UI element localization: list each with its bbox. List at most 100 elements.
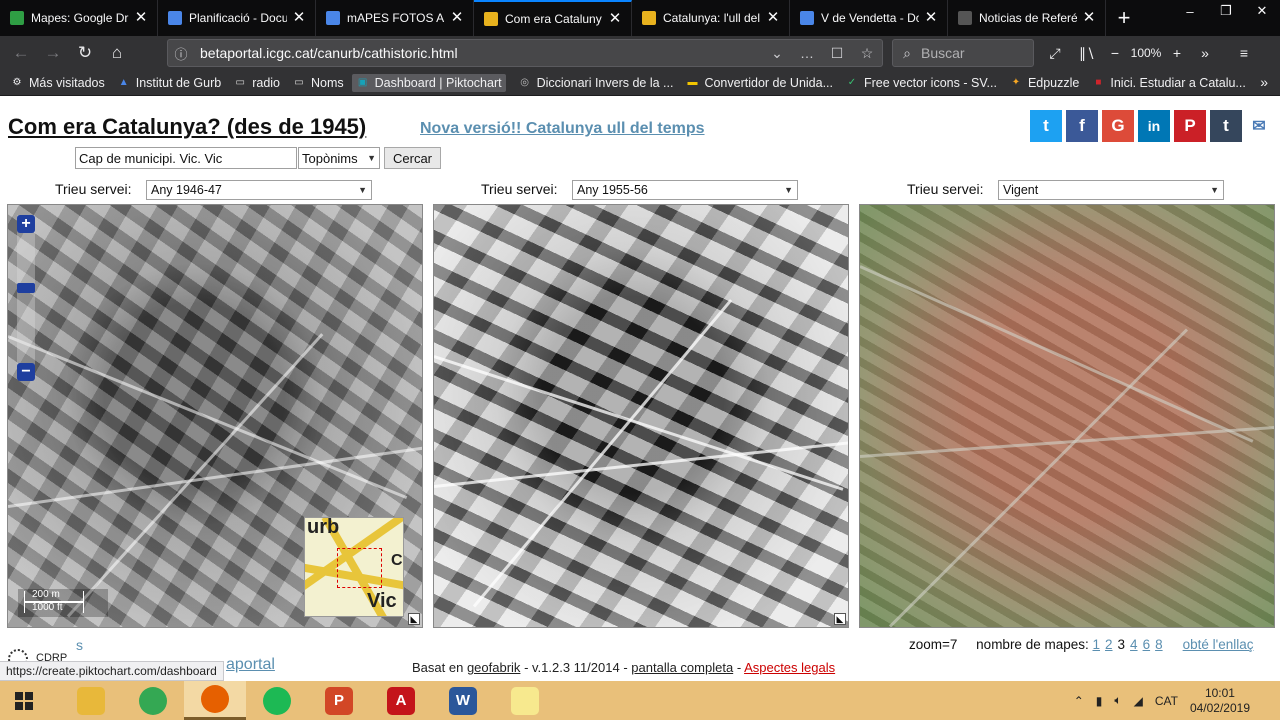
tab-5[interactable]: Catalunya: l'ull del ✕ (632, 0, 790, 36)
bookmark-star-icon[interactable]: ☆ (852, 45, 882, 62)
map-count-option[interactable]: 2 (1105, 637, 1113, 652)
taskbar-powerpoint[interactable]: P (308, 681, 370, 720)
tab-3[interactable]: mAPES FOTOS AN ✕ (316, 0, 474, 36)
overview-toggle-icon[interactable]: ◣ (834, 613, 846, 625)
tray-overflow-icon[interactable]: ⌃ (1074, 694, 1084, 708)
search-bar[interactable]: ⌕ Buscar (892, 39, 1034, 67)
service-select-3[interactable]: Vigent ▼ (998, 180, 1224, 200)
library-icon[interactable]: ∥∖ (1070, 36, 1104, 70)
taskbar-spotify[interactable] (246, 681, 308, 720)
menu-icon[interactable]: ≡ (1222, 36, 1266, 70)
clock[interactable]: 10:01 04/02/2019 (1190, 686, 1250, 716)
taskbar-file-explorer[interactable] (60, 681, 122, 720)
tab-title: Mapes: Google Dri (31, 11, 129, 25)
url-bar[interactable]: ⓘ betaportal.icgc.cat/canurb/cathistoric… (167, 39, 883, 67)
tab-4[interactable]: Com era Cataluny ✕ (474, 0, 632, 36)
betaportal-link[interactable]: aportal (226, 656, 275, 674)
email-icon[interactable]: ✉ (1246, 110, 1272, 142)
bookmark-item[interactable]: ■ Inici. Estudiar a Catalu... (1091, 76, 1246, 90)
bookmark-item[interactable]: ✓ Free vector icons - SV... (845, 76, 997, 90)
restore-icon[interactable]: ❐ (1208, 0, 1244, 22)
facebook-icon[interactable]: f (1066, 110, 1098, 142)
back-button[interactable]: ← (6, 38, 36, 68)
map-count-option[interactable]: 6 (1143, 637, 1151, 652)
tab-6[interactable]: V de Vendetta - Do ✕ (790, 0, 948, 36)
zoom-out-icon[interactable]: − (17, 363, 35, 381)
close-window-icon[interactable]: ✕ (1244, 0, 1280, 22)
close-icon[interactable]: ✕ (923, 10, 939, 26)
bookmark-item[interactable]: ▬ Convertidor de Unida... (685, 76, 833, 90)
taskbar-sticky-notes[interactable] (494, 681, 556, 720)
page-actions-icon[interactable]: … (792, 45, 822, 61)
zoom-in-button[interactable]: + (1166, 36, 1188, 70)
taskbar-acrobat[interactable]: A (370, 681, 432, 720)
close-icon[interactable]: ✕ (449, 10, 465, 26)
bookmark-item[interactable]: ▲ Institut de Gurb (117, 76, 221, 90)
close-icon[interactable]: ✕ (291, 10, 307, 26)
overflow-chevron-icon[interactable]: » (1188, 36, 1222, 70)
fullscreen-icon[interactable]: ⤢ (1040, 36, 1070, 70)
tab-2[interactable]: Planificació - Docu ✕ (158, 0, 316, 36)
google-plus-icon[interactable]: G (1102, 110, 1134, 142)
new-version-link[interactable]: Nova versió!! Catalunya ull del temps (420, 120, 705, 138)
service-select-1[interactable]: Any 1946-47 ▼ (146, 180, 372, 200)
legal-link[interactable]: Aspectes legals (744, 660, 835, 675)
chevron-down-icon[interactable]: ⌄ (762, 45, 792, 62)
geofabrik-link[interactable]: geofabrik (467, 660, 520, 675)
taskbar-word[interactable]: W (432, 681, 494, 720)
cutoff-link[interactable]: s (76, 637, 83, 653)
zoom-in-icon[interactable]: + (17, 215, 35, 233)
zoom-slider[interactable]: + − (17, 215, 35, 381)
tumblr-icon[interactable]: t (1210, 110, 1242, 142)
site-info-icon[interactable]: ⓘ (168, 44, 194, 63)
tab-1[interactable]: Mapes: Google Dri ✕ (0, 0, 158, 36)
minimize-icon[interactable]: – (1172, 0, 1208, 22)
zoom-out-button[interactable]: − (1104, 36, 1126, 70)
taskbar-firefox[interactable] (184, 681, 246, 720)
get-link[interactable]: obté l'enllaç (1183, 637, 1254, 652)
network-icon[interactable]: ◢ (1134, 694, 1143, 708)
bookmark-item[interactable]: ⚙ Más visitados (10, 76, 105, 90)
battery-icon[interactable]: ▮ (1096, 694, 1103, 708)
forward-button[interactable]: → (38, 38, 68, 68)
service-select-2[interactable]: Any 1955-56 ▼ (572, 180, 798, 200)
close-icon[interactable]: ✕ (133, 10, 149, 26)
bookmarks-overflow-icon[interactable]: » (1260, 74, 1268, 90)
twitter-icon[interactable]: t (1030, 110, 1062, 142)
url-text[interactable]: betaportal.icgc.cat/canurb/cathistoric.h… (194, 45, 762, 61)
home-button[interactable]: ⌂ (102, 38, 132, 68)
map-panel-1946[interactable]: + − 200 m 1000 ft urb Vic C ◣ (7, 204, 423, 628)
map-panel-current[interactable] (859, 204, 1275, 628)
close-icon[interactable]: ✕ (607, 11, 623, 27)
zoom-slider-knob[interactable] (17, 283, 35, 293)
overview-toggle-icon[interactable]: ◣ (408, 613, 420, 625)
reload-button[interactable]: ↻ (70, 38, 100, 68)
close-icon[interactable]: ✕ (765, 10, 781, 26)
close-icon[interactable]: ✕ (1081, 10, 1097, 26)
taskbar-chrome[interactable] (122, 681, 184, 720)
map-panel-1955[interactable]: ◣ (433, 204, 849, 628)
bookmark-item[interactable]: ✦ Edpuzzle (1009, 76, 1080, 90)
bookmark-item[interactable]: ▭ Noms (292, 76, 343, 90)
bookmark-item[interactable]: ▭ radio (233, 76, 280, 90)
pocket-icon[interactable]: ☐ (822, 45, 852, 62)
map-count-option[interactable]: 4 (1130, 637, 1138, 652)
overview-map[interactable]: urb Vic C (304, 517, 404, 617)
zoom-level[interactable]: 100% (1126, 36, 1166, 70)
search-button[interactable]: Cercar (384, 147, 442, 169)
bookmark-item[interactable]: ▣ Dashboard | Piktochart (351, 73, 506, 92)
start-button[interactable] (0, 681, 48, 720)
page-title[interactable]: Com era Catalunya? (des de 1945) (8, 114, 366, 140)
tab-7[interactable]: Noticias de Referé ✕ (948, 0, 1106, 36)
search-type-select[interactable]: Topònims ▼ (298, 147, 380, 169)
place-search-input[interactable]: Cap de municipi. Vic. Vic (75, 147, 297, 169)
map-count-option[interactable]: 1 (1093, 637, 1101, 652)
volume-icon[interactable]: 🔈︎ (1114, 693, 1121, 708)
bookmark-item[interactable]: ◎ Diccionari Invers de la ... (518, 76, 673, 90)
linkedin-icon[interactable]: in (1138, 110, 1170, 142)
fullscreen-link[interactable]: pantalla completa (631, 660, 733, 675)
language-indicator[interactable]: CAT (1155, 694, 1178, 708)
pinterest-icon[interactable]: P (1174, 110, 1206, 142)
new-tab-button[interactable]: + (1106, 0, 1142, 36)
map-count-option[interactable]: 8 (1155, 637, 1163, 652)
